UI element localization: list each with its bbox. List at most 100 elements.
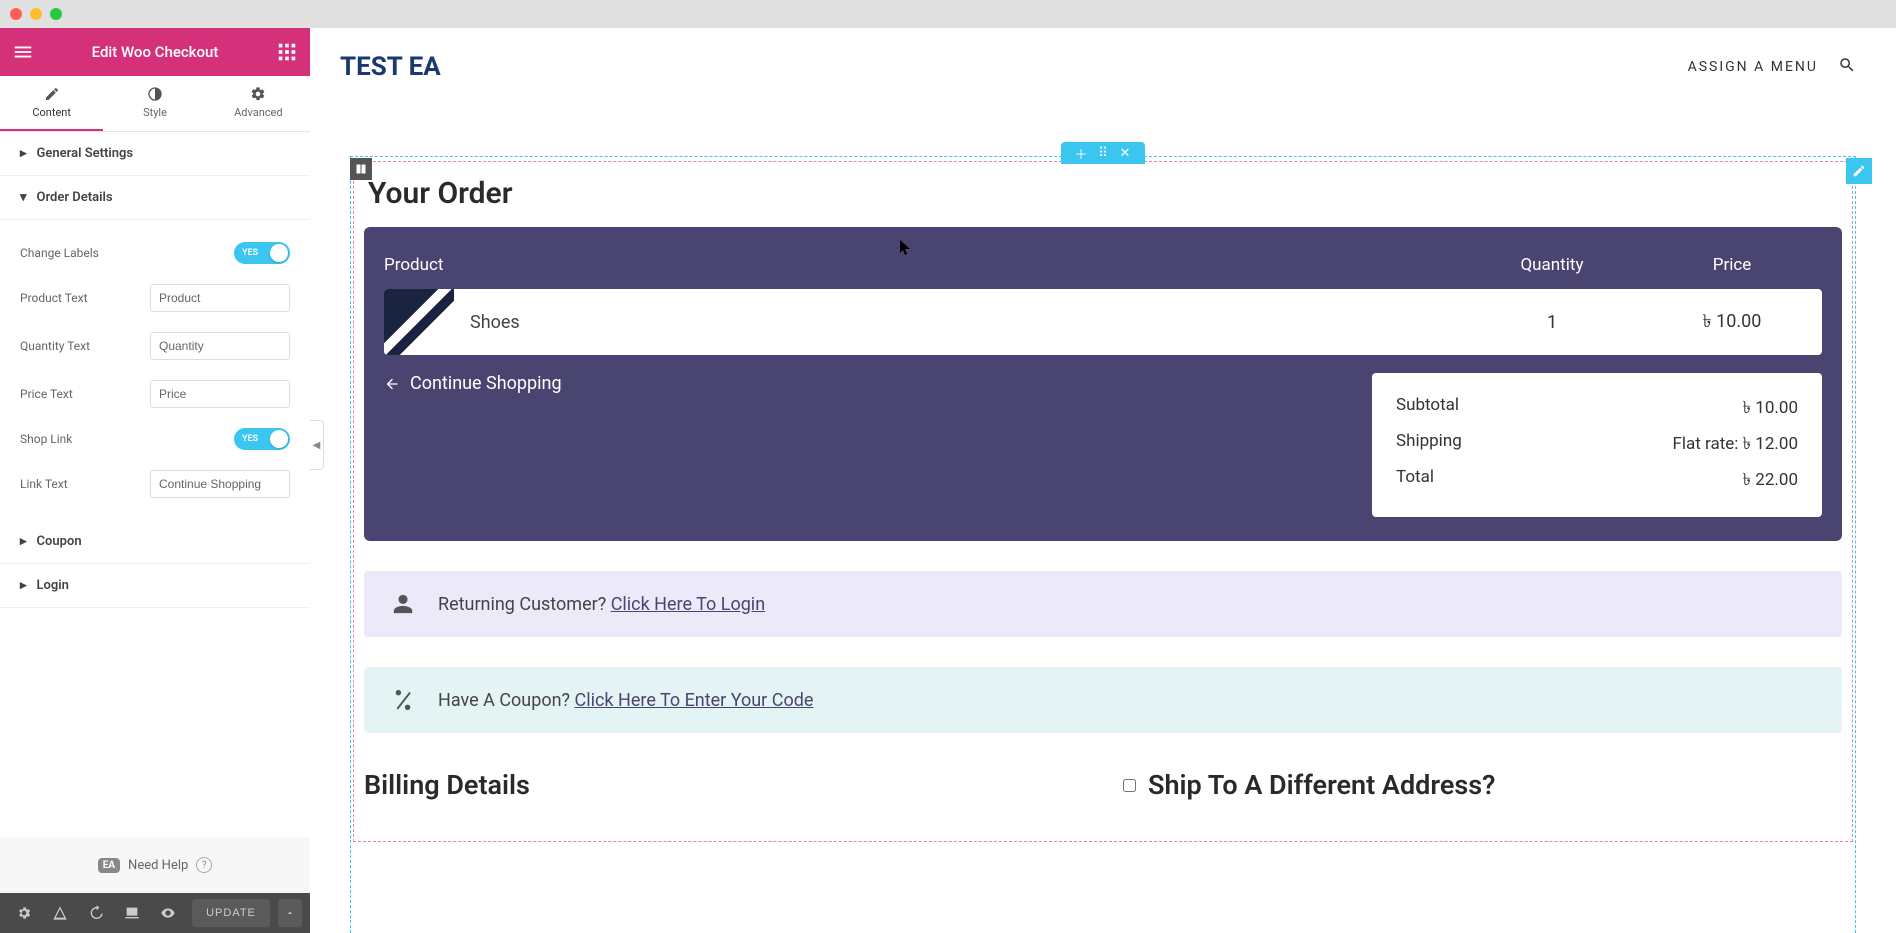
mouse-cursor-icon bbox=[900, 240, 912, 256]
subtotal-value: ৳ 10.00 bbox=[1743, 395, 1798, 423]
returning-customer-text: Returning Customer? bbox=[438, 594, 611, 615]
section-order-details-label: Order Details bbox=[37, 190, 113, 205]
tab-style-label: Style bbox=[143, 106, 167, 119]
toggle-knob bbox=[270, 244, 288, 262]
apps-icon[interactable] bbox=[276, 41, 298, 63]
col-quantity-header: Quantity bbox=[1462, 255, 1642, 275]
product-name: Shoes bbox=[454, 312, 1462, 333]
edit-widget-icon[interactable] bbox=[1846, 158, 1872, 184]
preview-canvas: TEST EA ASSIGN A MENU ＋ ⠿ ✕ Your Order bbox=[310, 28, 1896, 933]
product-quantity: 1 bbox=[1462, 312, 1642, 333]
order-totals: Subtotal ৳ 10.00 Shipping Flat rate: ৳ 1… bbox=[1372, 373, 1822, 517]
help-icon: ? bbox=[196, 857, 212, 873]
coupon-text: Have A Coupon? bbox=[438, 690, 575, 711]
history-icon[interactable] bbox=[80, 897, 112, 929]
site-logo[interactable]: TEST EA bbox=[340, 52, 441, 82]
sidebar-tabs: Content Style Advanced bbox=[0, 76, 310, 132]
assign-menu-link[interactable]: ASSIGN A MENU bbox=[1688, 59, 1818, 75]
editor-sidebar: Edit Woo Checkout Content Style Advanced… bbox=[0, 28, 310, 933]
sidebar-header: Edit Woo Checkout bbox=[0, 28, 310, 76]
section-login-label: Login bbox=[37, 578, 69, 593]
caret-down-icon: ▾ bbox=[20, 190, 27, 205]
quantity-text-label: Quantity Text bbox=[20, 339, 140, 353]
collapse-sidebar-handle[interactable]: ◀ bbox=[310, 420, 324, 470]
tab-advanced-label: Advanced bbox=[234, 106, 282, 119]
percent-icon bbox=[392, 689, 414, 711]
responsive-icon[interactable] bbox=[116, 897, 148, 929]
page-header: TEST EA ASSIGN A MENU bbox=[310, 28, 1896, 106]
continue-shopping-label: Continue Shopping bbox=[410, 373, 562, 394]
delete-section-icon[interactable]: ✕ bbox=[1115, 146, 1135, 160]
price-text-input[interactable] bbox=[150, 380, 290, 408]
section-coupon-label: Coupon bbox=[37, 534, 82, 549]
login-link[interactable]: Click Here To Login bbox=[611, 594, 765, 615]
shop-link-label: Shop Link bbox=[20, 432, 140, 446]
drag-section-icon[interactable]: ⠿ bbox=[1093, 146, 1113, 160]
section-edit-handles[interactable]: ＋ ⠿ ✕ bbox=[1061, 142, 1145, 164]
change-labels-label: Change Labels bbox=[20, 246, 140, 260]
tab-style[interactable]: Style bbox=[103, 76, 206, 131]
toggle-yes-label-2: YES bbox=[242, 434, 258, 444]
your-order-title: Your Order bbox=[368, 176, 1842, 211]
column-handle[interactable] bbox=[350, 158, 372, 180]
close-window-button[interactable] bbox=[10, 8, 22, 20]
toggle-knob-2 bbox=[270, 430, 288, 448]
tab-advanced[interactable]: Advanced bbox=[207, 76, 310, 131]
product-image bbox=[384, 289, 454, 355]
navigator-icon[interactable] bbox=[44, 897, 76, 929]
section-coupon[interactable]: ▸ Coupon bbox=[0, 520, 310, 564]
coupon-link[interactable]: Click Here To Enter Your Code bbox=[575, 690, 814, 711]
quantity-text-input[interactable] bbox=[150, 332, 290, 360]
continue-shopping-link[interactable]: Continue Shopping bbox=[384, 373, 562, 394]
update-more-button[interactable] bbox=[278, 899, 302, 927]
col-product-header: Product bbox=[384, 255, 1462, 275]
minimize-window-button[interactable] bbox=[30, 8, 42, 20]
link-text-label: Link Text bbox=[20, 477, 140, 491]
caret-right-icon: ▸ bbox=[20, 578, 27, 593]
billing-details-title: Billing Details bbox=[364, 769, 1083, 801]
shipping-label: Shipping bbox=[1396, 431, 1462, 459]
user-icon bbox=[392, 593, 414, 615]
login-notice: Returning Customer? Click Here To Login bbox=[364, 571, 1842, 637]
maximize-window-button[interactable] bbox=[50, 8, 62, 20]
section-general-label: General Settings bbox=[37, 146, 134, 161]
col-price-header: Price bbox=[1642, 255, 1822, 275]
section-general-settings[interactable]: ▸ General Settings bbox=[0, 132, 310, 176]
section-login[interactable]: ▸ Login bbox=[0, 564, 310, 608]
update-button[interactable]: UPDATE bbox=[192, 899, 270, 927]
shipping-value: Flat rate: ৳ 12.00 bbox=[1672, 431, 1798, 459]
order-details-settings: Change Labels YES Product Text Quantity … bbox=[0, 220, 310, 520]
tab-content[interactable]: Content bbox=[0, 76, 103, 131]
caret-right-icon: ▸ bbox=[20, 534, 27, 549]
product-text-input[interactable] bbox=[150, 284, 290, 312]
ship-different-title: Ship To A Different Address? bbox=[1148, 769, 1495, 801]
need-help-label: Need Help bbox=[128, 858, 188, 873]
section-order-details[interactable]: ▾ Order Details bbox=[0, 176, 310, 220]
caret-right-icon: ▸ bbox=[20, 146, 27, 161]
settings-icon[interactable] bbox=[8, 897, 40, 929]
coupon-notice: Have A Coupon? Click Here To Enter Your … bbox=[364, 667, 1842, 733]
shop-link-toggle[interactable]: YES bbox=[234, 428, 290, 450]
add-section-icon[interactable]: ＋ bbox=[1071, 146, 1091, 160]
sidebar-bottom-bar: UPDATE bbox=[0, 893, 310, 933]
menu-icon[interactable] bbox=[12, 41, 34, 63]
ea-badge: EA bbox=[98, 858, 120, 873]
total-value: ৳ 22.00 bbox=[1743, 467, 1798, 495]
tab-content-label: Content bbox=[32, 106, 71, 119]
search-icon[interactable] bbox=[1838, 56, 1856, 78]
arrow-left-icon bbox=[384, 376, 400, 392]
order-summary-box: Product Quantity Price Shoes 1 ৳ 10.00 C… bbox=[364, 227, 1842, 541]
link-text-input[interactable] bbox=[150, 470, 290, 498]
preview-icon[interactable] bbox=[152, 897, 184, 929]
subtotal-label: Subtotal bbox=[1396, 395, 1459, 423]
sidebar-title: Edit Woo Checkout bbox=[92, 43, 219, 61]
need-help[interactable]: EA Need Help ? bbox=[0, 837, 310, 893]
ship-different-checkbox[interactable] bbox=[1123, 779, 1136, 792]
change-labels-toggle[interactable]: YES bbox=[234, 242, 290, 264]
mac-titlebar bbox=[0, 0, 1896, 28]
product-text-label: Product Text bbox=[20, 291, 140, 305]
toggle-yes-label: YES bbox=[242, 248, 258, 258]
price-text-label: Price Text bbox=[20, 387, 140, 401]
product-price: ৳ 10.00 bbox=[1642, 307, 1822, 338]
total-label: Total bbox=[1396, 467, 1434, 495]
